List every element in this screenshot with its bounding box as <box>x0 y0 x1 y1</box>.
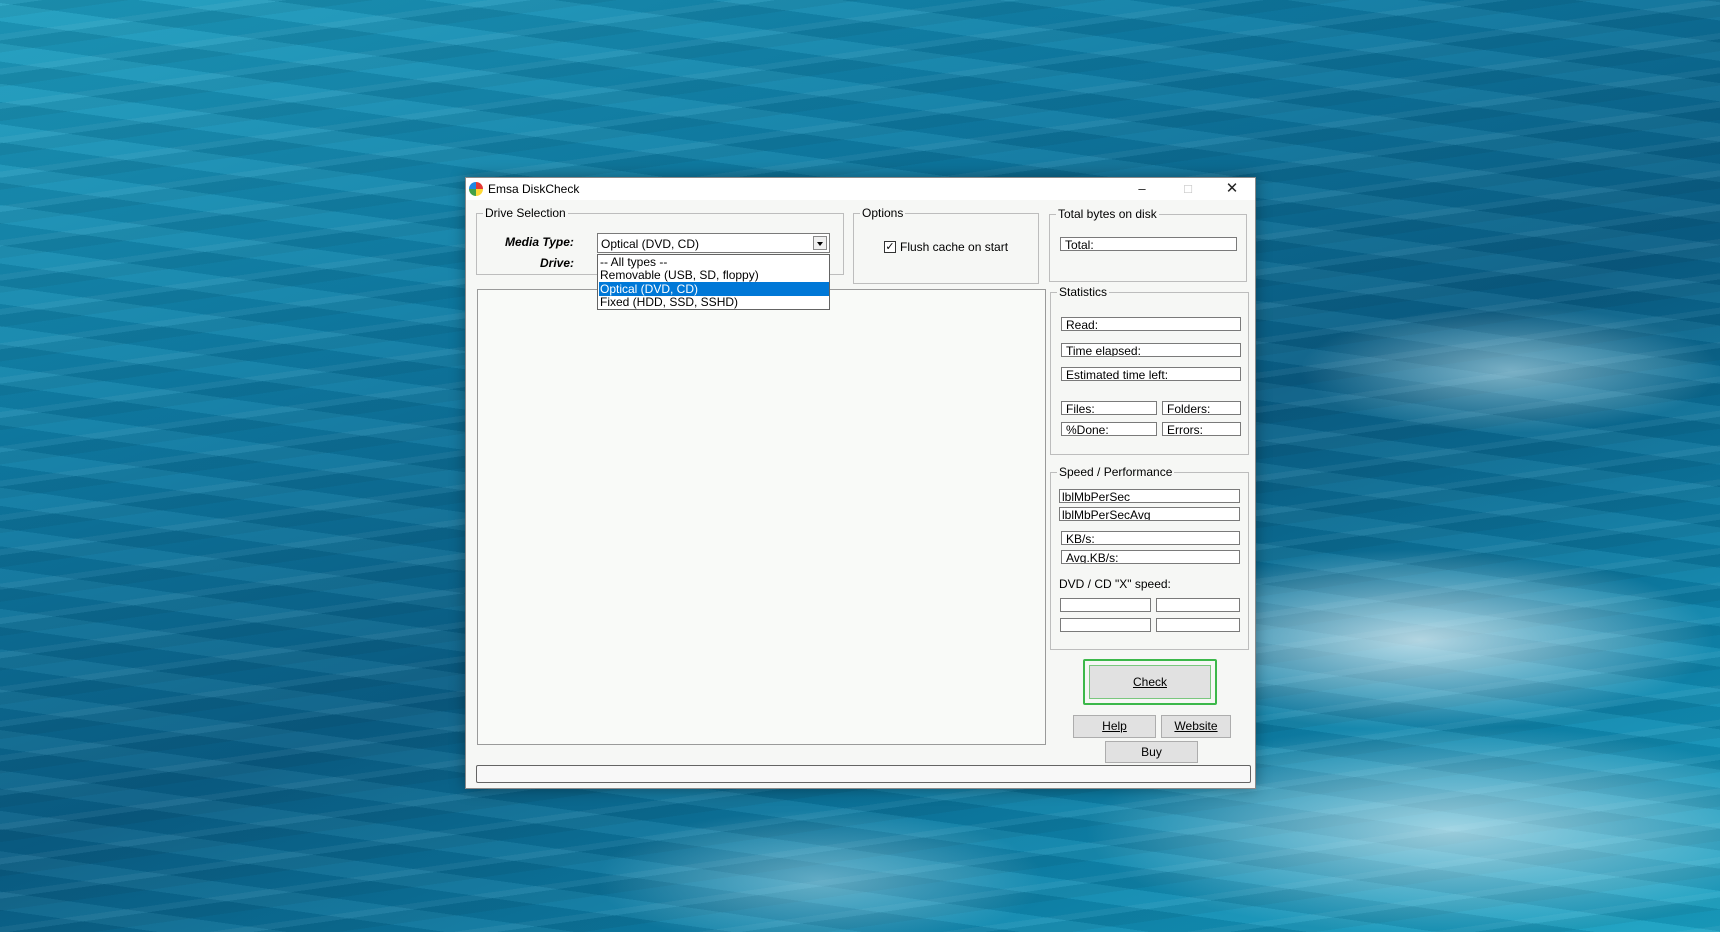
app-window: Emsa DiskCheck – □ ✕ Drive Selection Med… <box>465 177 1256 789</box>
dropdown-option[interactable]: -- All types -- <box>599 255 829 269</box>
folders-field: Folders: <box>1162 401 1241 415</box>
flush-cache-checkbox[interactable]: ✓ <box>884 241 896 253</box>
drive-label: Drive: <box>540 256 575 270</box>
mb-per-sec-avg-field: lblMbPerSecAvg <box>1059 507 1240 521</box>
statistics-group: Statistics Read: Time elapsed: Estimated… <box>1050 285 1249 455</box>
buy-button[interactable]: Buy <box>1105 741 1198 763</box>
dvd-speed-field <box>1156 618 1240 632</box>
files-field: Files: <box>1061 401 1157 415</box>
estimated-time-field: Estimated time left: <box>1061 367 1241 381</box>
flush-cache-label[interactable]: Flush cache on start <box>900 240 1008 254</box>
read-field: Read: <box>1061 317 1241 331</box>
title-bar[interactable]: Emsa DiskCheck – □ ✕ <box>466 178 1255 200</box>
check-button-frame: Check <box>1083 659 1217 705</box>
options-group: Options ✓ Flush cache on start <box>853 206 1039 284</box>
drive-selection-legend: Drive Selection <box>483 206 568 220</box>
mb-per-sec-field: lblMbPerSec <box>1059 489 1240 503</box>
speed-legend: Speed / Performance <box>1057 465 1175 479</box>
total-bytes-group: Total bytes on disk Total: <box>1049 207 1247 282</box>
speed-performance-group: Speed / Performance lblMbPerSec lblMbPer… <box>1050 465 1249 650</box>
website-button[interactable]: Website <box>1161 715 1231 738</box>
chevron-down-icon[interactable] <box>813 236 827 250</box>
avg-kbs-field: Avg.KB/s: <box>1061 550 1240 564</box>
app-icon <box>469 182 483 196</box>
dropdown-option[interactable]: Removable (USB, SD, floppy) <box>599 268 829 282</box>
media-type-select[interactable]: Optical (DVD, CD) <box>597 233 830 253</box>
help-button[interactable]: Help <box>1073 715 1156 738</box>
check-button[interactable]: Check <box>1089 665 1211 699</box>
options-legend: Options <box>860 206 906 220</box>
percent-done-field: %Done: <box>1061 422 1157 436</box>
errors-field: Errors: <box>1162 422 1241 436</box>
dvd-speed-field <box>1060 598 1151 612</box>
close-icon[interactable]: ✕ <box>1209 178 1255 200</box>
progress-bar <box>476 765 1251 783</box>
maximize-icon[interactable]: □ <box>1165 178 1211 200</box>
media-type-label: Media Type: <box>505 235 574 249</box>
statistics-legend: Statistics <box>1057 285 1110 299</box>
results-list[interactable] <box>477 289 1046 745</box>
drive-selection-group: Drive Selection Media Type: Drive: Optic… <box>476 206 844 310</box>
kbs-field: KB/s: <box>1061 531 1240 545</box>
media-type-dropdown-list: -- All types -- Removable (USB, SD, flop… <box>597 254 830 310</box>
dvd-speed-field <box>1060 618 1151 632</box>
dvd-speed-field <box>1156 598 1240 612</box>
total-bytes-legend: Total bytes on disk <box>1056 207 1159 221</box>
dropdown-option-selected[interactable]: Optical (DVD, CD) <box>599 282 829 296</box>
window-title: Emsa DiskCheck <box>488 182 580 196</box>
media-type-value: Optical (DVD, CD) <box>601 237 700 251</box>
minimize-icon[interactable]: – <box>1119 178 1165 200</box>
dvd-speed-label: DVD / CD "X" speed: <box>1059 577 1171 591</box>
dropdown-option[interactable]: Fixed (HDD, SSD, SSHD) <box>599 295 829 309</box>
time-elapsed-field: Time elapsed: <box>1061 343 1241 357</box>
total-field: Total: <box>1060 237 1237 251</box>
